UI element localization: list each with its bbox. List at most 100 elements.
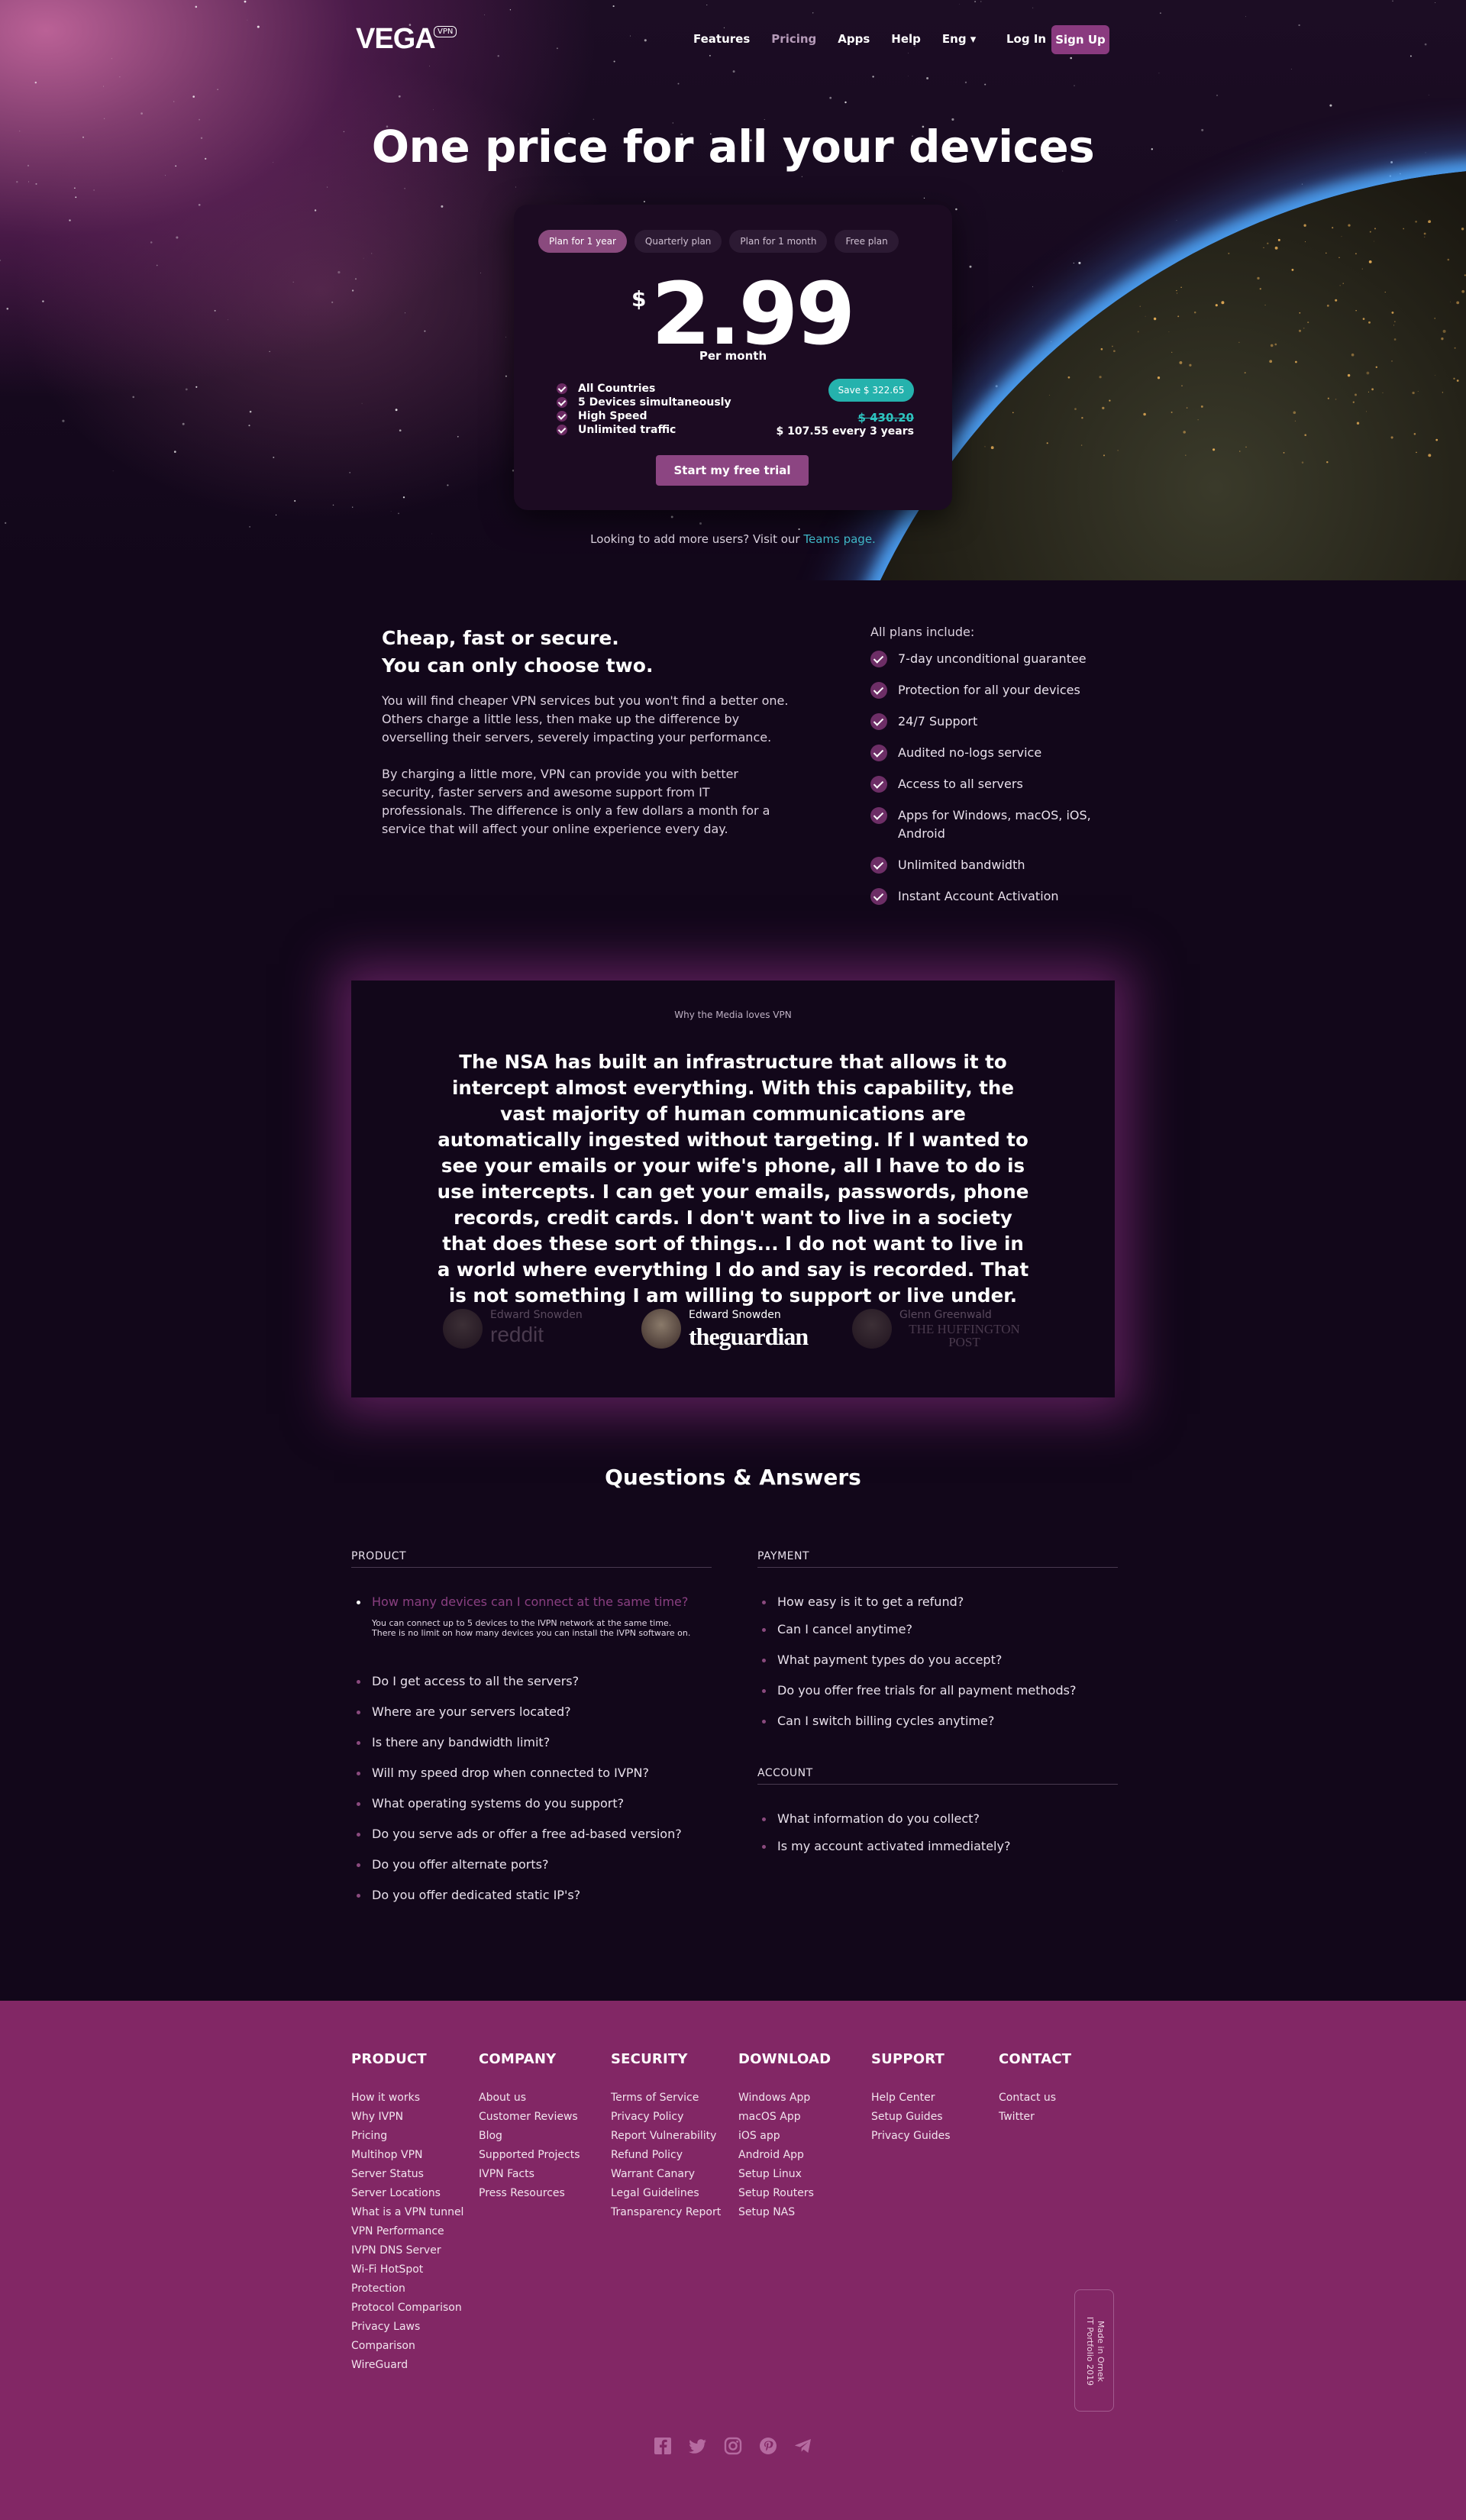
teams-page-link[interactable]: Teams page. — [803, 532, 875, 546]
city-light — [1238, 341, 1240, 343]
footer-link[interactable]: Setup NAS — [738, 2203, 831, 2222]
qa-question[interactable]: Is my account activated immediately? — [761, 1839, 1010, 1853]
qa-question[interactable]: Is there any bandwidth limit? — [356, 1735, 550, 1749]
nav-pricing[interactable]: Pricing — [771, 32, 816, 46]
footer-link[interactable]: Contact us — [999, 2089, 1071, 2108]
footer-link[interactable]: Setup Guides — [871, 2108, 951, 2127]
qa-question[interactable]: Where are your servers located? — [357, 1704, 571, 1719]
footer-link[interactable]: Comparison — [351, 2337, 463, 2356]
footer-link[interactable]: Transparency Report — [611, 2203, 721, 2222]
tab-plan-1-month[interactable]: Plan for 1 month — [729, 230, 828, 253]
footer-link[interactable]: Privacy Guides — [871, 2127, 951, 2146]
footer-link[interactable]: Terms of Service — [611, 2089, 721, 2108]
footer-link[interactable]: macOS App — [738, 2108, 831, 2127]
qa-question-open[interactable]: How many devices can I connect at the sa… — [356, 1594, 688, 1609]
footer-link[interactable]: Blog — [479, 2127, 580, 2146]
language-select[interactable]: Eng ▾ — [942, 32, 976, 46]
facebook-icon[interactable] — [653, 2436, 673, 2456]
footer-link[interactable]: About us — [479, 2089, 580, 2108]
city-light — [1442, 392, 1444, 393]
signup-button[interactable]: Sign Up — [1051, 25, 1109, 54]
city-light — [1366, 371, 1370, 375]
nav-help[interactable]: Help — [891, 32, 921, 46]
city-light — [1303, 327, 1305, 329]
pinterest-icon[interactable] — [758, 2436, 778, 2456]
footer-link[interactable]: Wi-Fi HotSpot — [351, 2260, 463, 2279]
footer-link[interactable]: Why IVPN — [351, 2108, 463, 2127]
media-source-guardian[interactable]: Edward Snowden theguardian — [641, 1309, 825, 1355]
login-link[interactable]: Log In — [1006, 32, 1046, 46]
media-source-reddit[interactable]: Edward Snowden reddit — [443, 1309, 596, 1355]
qa-question[interactable]: Do you offer alternate ports? — [356, 1857, 548, 1872]
footer-link[interactable]: Protocol Comparison — [351, 2299, 463, 2318]
qa-question[interactable]: Can I cancel anytime? — [762, 1622, 912, 1636]
footer-link[interactable]: IVPN DNS Server — [351, 2241, 463, 2260]
city-light — [1347, 373, 1351, 377]
city-light — [1355, 253, 1357, 255]
footer-link[interactable]: Pricing — [351, 2127, 463, 2146]
footer-link[interactable]: VPN Performance — [351, 2222, 463, 2241]
start-free-trial-button[interactable]: Start my free trial — [656, 455, 809, 486]
city-light — [1456, 380, 1459, 382]
footer-link[interactable]: Supported Projects — [479, 2146, 580, 2165]
qa-question[interactable]: Do you serve ads or offer a free ad-base… — [357, 1827, 682, 1841]
footer-link[interactable]: Setup Linux — [738, 2165, 831, 2184]
media-source-huffpost[interactable]: Glenn Greenwald THE HUFFINGTON POST — [852, 1309, 1035, 1355]
footer-column-product: PRODUCT How it works Why IVPN Pricing Multi… — [351, 2051, 463, 2375]
footer-link[interactable]: IVPN Facts — [479, 2165, 580, 2184]
footer-link[interactable]: Legal Guidelines — [611, 2184, 721, 2203]
footer-links: How it works Why IVPN Pricing Multihop VPN S… — [351, 2089, 463, 2375]
footer-link[interactable]: Android App — [738, 2146, 831, 2165]
footer-link[interactable]: Setup Routers — [738, 2184, 831, 2203]
qa-question[interactable]: Can I switch billing cycles anytime? — [761, 1714, 994, 1728]
made-in-badge[interactable]: Made in Ornek IT Portfolio 2019 — [1074, 2289, 1114, 2412]
footer-link[interactable]: Press Resources — [479, 2184, 580, 2203]
qa-question[interactable]: What information do you collect? — [762, 1811, 980, 1826]
footer-link[interactable]: Windows App — [738, 2089, 831, 2108]
footer-link[interactable]: What is a VPN tunnel — [351, 2203, 463, 2222]
plan-features: All Countries 5 Devices simultaneously H… — [557, 382, 731, 437]
footer-link[interactable]: Customer Reviews — [479, 2108, 580, 2127]
qa-question[interactable]: Do you offer dedicated static IP's? — [356, 1888, 580, 1902]
twitter-icon[interactable] — [688, 2436, 708, 2456]
feature-item: 5 Devices simultaneously — [557, 396, 731, 409]
logo[interactable]: VEGA — [356, 23, 436, 56]
footer-link[interactable]: How it works — [351, 2089, 463, 2108]
qa-question[interactable]: Do you offer free trials for all payment… — [761, 1683, 1076, 1698]
made-in-text: Made in Ornek IT Portfolio 2019 — [1084, 2317, 1106, 2386]
footer-link[interactable]: Server Locations — [351, 2184, 463, 2203]
qa-question[interactable]: Will my speed drop when connected to IVP… — [357, 1766, 649, 1780]
tab-quarterly-plan[interactable]: Quarterly plan — [634, 230, 722, 253]
footer-link[interactable]: Refund Policy — [611, 2146, 721, 2165]
city-light — [1012, 412, 1014, 414]
plan-include-item: Protection for all your devices — [870, 681, 1100, 699]
qa-question[interactable]: What payment types do you accept? — [761, 1653, 1002, 1667]
plan-include-item: Unlimited bandwidth — [870, 856, 1100, 874]
city-light — [990, 446, 994, 450]
footer-link[interactable]: WireGuard — [351, 2356, 463, 2375]
tab-plan-1-year[interactable]: Plan for 1 year — [538, 230, 627, 253]
qa-question[interactable]: How easy is it to get a refund? — [761, 1594, 964, 1609]
telegram-icon[interactable] — [793, 2436, 813, 2456]
footer-link[interactable]: Help Center — [871, 2089, 951, 2108]
nav-links: Features Pricing Apps Help Eng ▾ — [693, 32, 976, 46]
footer-link[interactable]: Multihop VPN — [351, 2146, 463, 2165]
footer-link[interactable]: Server Status — [351, 2165, 463, 2184]
city-light — [1391, 311, 1394, 314]
qa-question[interactable]: Do I get access to all the servers? — [356, 1674, 579, 1688]
qa-question[interactable]: What operating systems do you support? — [356, 1796, 624, 1811]
instagram-icon[interactable] — [723, 2436, 743, 2456]
footer-link[interactable]: Twitter — [999, 2108, 1071, 2127]
media-source-name: Edward Snowden — [490, 1309, 583, 1321]
footer-link[interactable]: Warrant Canary — [611, 2165, 721, 2184]
city-light — [1391, 360, 1393, 362]
city-light — [1348, 224, 1351, 227]
tab-free-plan[interactable]: Free plan — [835, 230, 899, 253]
nav-features[interactable]: Features — [693, 32, 750, 46]
footer-link[interactable]: Report Vulnerability — [611, 2127, 721, 2146]
footer-link[interactable]: Privacy Laws — [351, 2318, 463, 2337]
footer-link[interactable]: iOS app — [738, 2127, 831, 2146]
footer-link[interactable]: Protection — [351, 2279, 463, 2299]
footer-link[interactable]: Privacy Policy — [611, 2108, 721, 2127]
nav-apps[interactable]: Apps — [838, 32, 870, 46]
